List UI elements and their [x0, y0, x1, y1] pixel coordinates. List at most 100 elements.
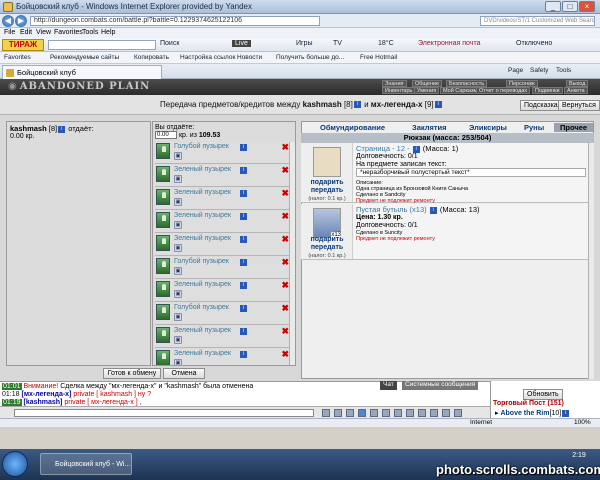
remove-item-icon[interactable]: ✖	[281, 165, 289, 176]
info-icon[interactable]: i	[353, 101, 361, 109]
partner-name[interactable]: kashmash	[10, 124, 47, 133]
taskbar-item-browser[interactable]: Бойцовский клуб - Wi...	[40, 453, 132, 475]
tab-equipment[interactable]: Обмундирование	[320, 123, 385, 132]
minimize-button[interactable]: _	[545, 1, 561, 12]
offer-scrollbar[interactable]	[289, 142, 295, 365]
menu-file[interactable]: File	[4, 29, 15, 36]
toolbar-live-button[interactable]: Live	[232, 40, 251, 47]
chat-prefix[interactable]: [мх-легенда-х]	[21, 391, 71, 398]
info-icon[interactable]: i	[412, 145, 420, 153]
offered-item-name[interactable]: Зеленый пузырек	[174, 235, 231, 242]
menu-communication[interactable]: Общение	[412, 80, 443, 87]
remove-item-icon[interactable]: ✖	[281, 188, 289, 199]
remove-item-icon[interactable]: ✖	[281, 303, 289, 314]
maximize-button[interactable]: □	[562, 1, 578, 12]
info-icon[interactable]: i	[240, 351, 247, 358]
menu-inventory[interactable]: Инвентарь	[382, 87, 416, 94]
library-icon[interactable]: ▣	[174, 290, 182, 298]
toolbar-search-input[interactable]	[48, 40, 156, 50]
info-icon[interactable]: i	[240, 282, 247, 289]
ready-to-trade-button[interactable]: Готов к обмену	[103, 368, 161, 379]
info-icon[interactable]: i	[240, 236, 247, 243]
info-icon[interactable]: i	[240, 213, 247, 220]
menu-favorites[interactable]: Favorites	[54, 29, 83, 36]
zoom-level[interactable]: 100%	[574, 419, 591, 426]
offered-item-name[interactable]: Зеленый пузырек	[174, 189, 231, 196]
info-icon[interactable]: i	[240, 305, 247, 312]
info-icon[interactable]: i	[58, 125, 66, 133]
remove-item-icon[interactable]: ✖	[281, 211, 289, 222]
menu-exit[interactable]: Выход	[566, 80, 589, 87]
offered-item-name[interactable]: Зеленый пузырек	[174, 281, 231, 288]
chat-tool-icon[interactable]	[346, 409, 354, 417]
menu-help[interactable]: Help	[101, 29, 115, 36]
info-icon[interactable]: i	[434, 101, 442, 109]
info-icon[interactable]: i	[240, 144, 247, 151]
menu-edit[interactable]: Edit	[20, 29, 32, 36]
toolbar-status[interactable]: Отключено	[516, 40, 552, 47]
info-icon[interactable]: i	[562, 409, 570, 417]
chat-tool-icon[interactable]	[334, 409, 342, 417]
info-icon[interactable]: i	[240, 167, 247, 174]
offered-item-name[interactable]: Зеленый пузырек	[174, 350, 231, 357]
inventory-scrollbar[interactable]	[588, 143, 594, 379]
info-icon[interactable]: i	[240, 190, 247, 197]
remove-item-icon[interactable]: ✖	[281, 326, 289, 337]
toolbar-mail-button[interactable]: Электронная почта	[418, 40, 480, 47]
safety-menu[interactable]: Safety	[530, 67, 548, 74]
hint-button[interactable]: Подсказка	[520, 100, 562, 111]
menu-view[interactable]: View	[36, 29, 51, 36]
credits-input[interactable]: 0.00	[155, 131, 177, 139]
info-icon[interactable]: i	[429, 206, 437, 214]
tools-menu[interactable]: Tools	[556, 67, 571, 74]
chat-input[interactable]	[14, 409, 314, 417]
offered-item-name[interactable]: Зеленый пузырек	[174, 212, 231, 219]
menu-skills[interactable]: Умения	[414, 87, 440, 94]
item-name-text[interactable]: Страница - 12 -	[356, 144, 410, 153]
tab-system-messages[interactable]: Системные сообщения	[402, 381, 479, 390]
remove-item-icon[interactable]: ✖	[281, 234, 289, 245]
online-user-name[interactable]: Above the Rim	[500, 410, 549, 417]
return-button[interactable]: Вернуться	[558, 100, 600, 111]
menu-sarcasm[interactable]: Мой Сарказм	[440, 87, 481, 94]
favorites-button[interactable]: Favorites	[4, 54, 31, 61]
menu-tools[interactable]: Tools	[82, 29, 98, 36]
cancel-trade-button[interactable]: Отмена	[163, 368, 205, 379]
remove-item-icon[interactable]: ✖	[281, 257, 289, 268]
menu-security[interactable]: Безопасность	[446, 80, 488, 87]
tab-elixirs[interactable]: Эликсиры	[469, 123, 507, 132]
web-search-input[interactable]: DVD/videos/ST/1 Customized Web Search	[480, 16, 595, 26]
refresh-button[interactable]: Обновить	[523, 389, 563, 400]
transfer-user1[interactable]: kashmash	[303, 100, 342, 109]
menu-profile[interactable]: Анкета	[564, 87, 588, 94]
chat-tool-icon[interactable]	[442, 409, 450, 417]
chat-tool-icon[interactable]	[370, 409, 378, 417]
tab-runes[interactable]: Руны	[524, 123, 544, 132]
library-icon[interactable]: ▣	[174, 336, 182, 344]
library-icon[interactable]: ▣	[174, 175, 182, 183]
library-icon[interactable]: ▣	[174, 221, 182, 229]
fav-get-more[interactable]: Получить больше до...	[276, 54, 344, 61]
give-item-button[interactable]: подарить передать	[303, 179, 351, 195]
chat-tool-icon[interactable]	[382, 409, 390, 417]
fav-news[interactable]: Новости	[237, 54, 262, 61]
chat-tool-icon[interactable]	[322, 409, 330, 417]
tab-chat[interactable]: Чат	[380, 381, 397, 390]
chat-tool-icon[interactable]	[358, 409, 366, 417]
info-icon[interactable]: i	[240, 328, 247, 335]
library-icon[interactable]: ▣	[174, 198, 182, 206]
library-icon[interactable]: ▣	[174, 359, 182, 365]
toolbar-tv-button[interactable]: TV	[333, 40, 342, 47]
chat-tool-icon[interactable]	[454, 409, 462, 417]
start-button[interactable]	[2, 451, 28, 477]
library-icon[interactable]: ▣	[174, 267, 182, 275]
remove-item-icon[interactable]: ✖	[281, 280, 289, 291]
fav-copy[interactable]: Копировать	[134, 54, 169, 61]
menu-knowledge[interactable]: Знания	[382, 80, 407, 87]
chat-tool-icon[interactable]	[394, 409, 402, 417]
back-icon[interactable]: ◀	[2, 15, 14, 27]
transfer-user2[interactable]: мх-легенда-х	[371, 100, 423, 109]
page-menu[interactable]: Page	[508, 67, 523, 74]
library-icon[interactable]: ▣	[174, 152, 182, 160]
chat-tool-icon[interactable]	[418, 409, 426, 417]
